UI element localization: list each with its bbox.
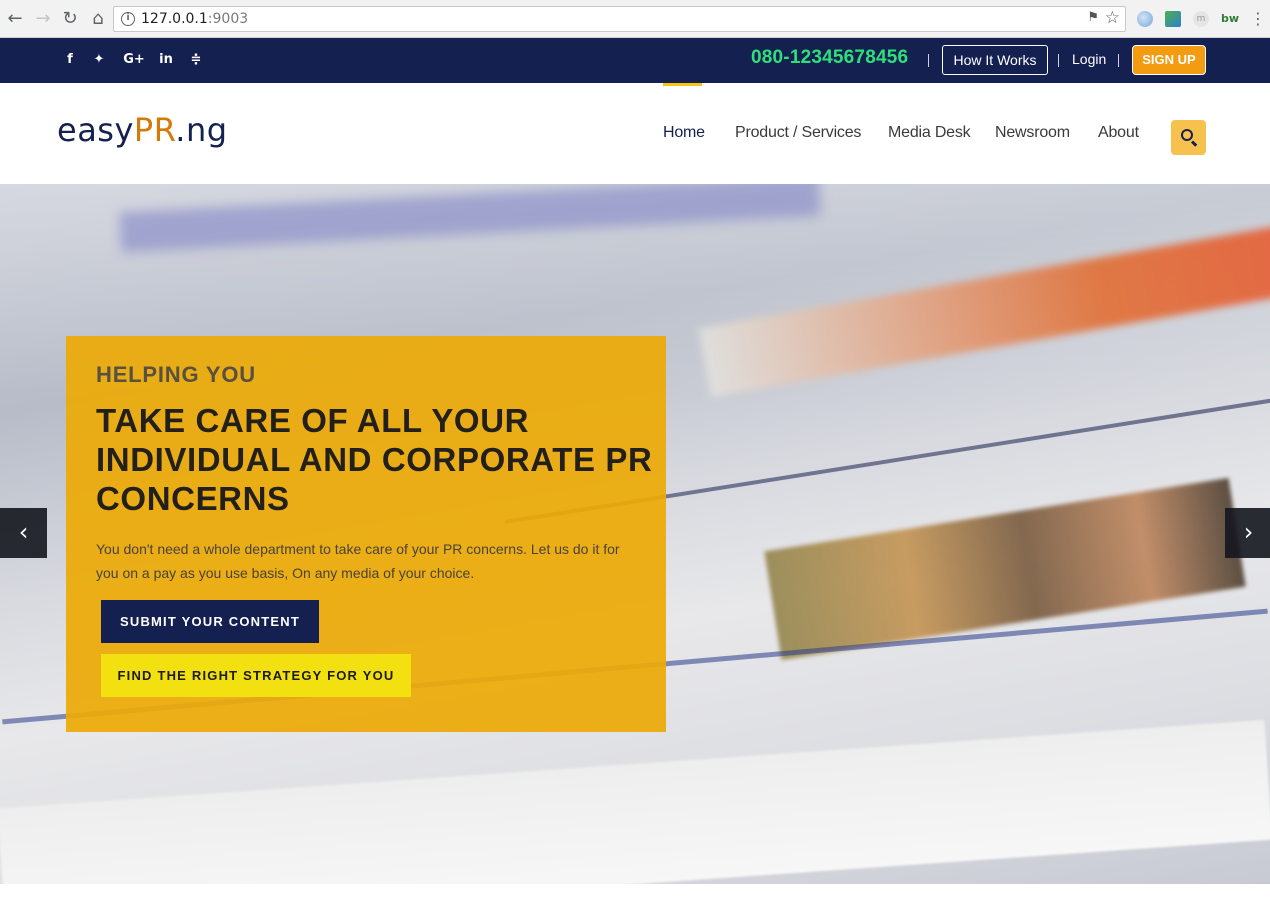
bw-extension-icon[interactable]: bw xyxy=(1220,11,1240,27)
key-icon[interactable]: ⚑ xyxy=(1087,10,1099,25)
nav-item-newsroom[interactable]: Newsroom xyxy=(995,124,1070,142)
find-strategy-button[interactable]: FIND THE RIGHT STRATEGY FOR YOU xyxy=(101,654,411,697)
nav-item-media-desk[interactable]: Media Desk xyxy=(888,124,971,142)
photo-extension-icon[interactable] xyxy=(1165,11,1181,27)
search-icon-handle xyxy=(1190,140,1198,147)
how-it-works-button[interactable]: How It Works xyxy=(942,45,1048,75)
facebook-icon[interactable]: f xyxy=(60,51,80,69)
rss-icon[interactable]: ≑ xyxy=(186,51,206,69)
nav-item-about[interactable]: About xyxy=(1098,124,1139,142)
twitter-icon[interactable]: ✦ xyxy=(89,51,109,69)
signup-button[interactable]: SIGN UP xyxy=(1132,45,1206,75)
browser-toolbar: ← → ↻ ⌂ i 127.0.0.1:9003 ⚑ ☆ m bw ⋮ xyxy=(0,0,1270,38)
nav-item-product-services[interactable]: Product / Services xyxy=(735,124,861,142)
hero-heading: TAKE CARE OF ALL YOUR INDIVIDUAL AND COR… xyxy=(96,402,653,517)
slider-prev-button[interactable]: ‹ xyxy=(0,508,47,558)
linkedin-icon[interactable]: in xyxy=(156,51,176,69)
bookmark-star-icon[interactable]: ☆ xyxy=(1105,8,1120,28)
google-plus-icon[interactable]: G+ xyxy=(121,51,147,69)
hero-card: HELPING YOU TAKE CARE OF ALL YOUR INDIVI… xyxy=(66,336,666,732)
active-nav-indicator xyxy=(663,83,702,86)
home-icon[interactable]: ⌂ xyxy=(88,9,108,29)
url-text: 127.0.0.1:9003 xyxy=(141,11,248,27)
divider xyxy=(1058,54,1059,67)
divider xyxy=(1118,54,1119,67)
search-icon xyxy=(1181,129,1193,141)
hero-kicker: HELPING YOU xyxy=(96,362,256,387)
address-bar[interactable]: i 127.0.0.1:9003 ⚑ ☆ xyxy=(113,6,1126,32)
search-button[interactable] xyxy=(1171,120,1206,155)
submit-content-button[interactable]: SUBMIT YOUR CONTENT xyxy=(101,600,319,643)
background-newspaper-band xyxy=(119,184,821,253)
phone-number[interactable]: 080-12345678456 xyxy=(751,47,908,69)
logo-part-pr: PR xyxy=(133,111,176,149)
back-arrow-icon[interactable]: ← xyxy=(5,9,25,29)
background-newspaper-band xyxy=(698,220,1270,398)
login-link[interactable]: Login xyxy=(1072,51,1106,67)
chevron-left-icon: ‹ xyxy=(18,518,29,546)
hero-slider: ‹ › HELPING YOU TAKE CARE OF ALL YOUR IN… xyxy=(0,184,1270,884)
main-navigation: easyPR.ng Home Product / Services Media … xyxy=(0,83,1270,184)
url-host: 127.0.0.1 xyxy=(141,11,208,27)
slider-next-button[interactable]: › xyxy=(1225,508,1270,558)
chevron-right-icon: › xyxy=(1243,518,1254,546)
site-logo[interactable]: easyPR.ng xyxy=(57,111,228,149)
logo-part-easy: easy xyxy=(57,111,134,149)
forward-arrow-icon[interactable]: → xyxy=(33,9,53,29)
nav-item-home[interactable]: Home xyxy=(663,124,705,142)
m-extension-icon[interactable]: m xyxy=(1193,11,1209,27)
reload-icon[interactable]: ↻ xyxy=(60,9,80,29)
logo-part-ng: .ng xyxy=(175,111,228,149)
globe-extension-icon[interactable] xyxy=(1137,11,1153,27)
background-newspaper-page xyxy=(0,719,1270,884)
page-bottom-area xyxy=(0,884,1270,917)
hero-description: You don't need a whole department to tak… xyxy=(96,541,620,581)
top-bar: f ✦ G+ in ≑ 080-12345678456 How It Works… xyxy=(0,38,1270,83)
browser-menu-icon[interactable]: ⋮ xyxy=(1250,9,1266,28)
divider xyxy=(928,54,929,67)
url-port: :9003 xyxy=(207,11,249,27)
site-info-icon[interactable]: i xyxy=(121,12,135,26)
